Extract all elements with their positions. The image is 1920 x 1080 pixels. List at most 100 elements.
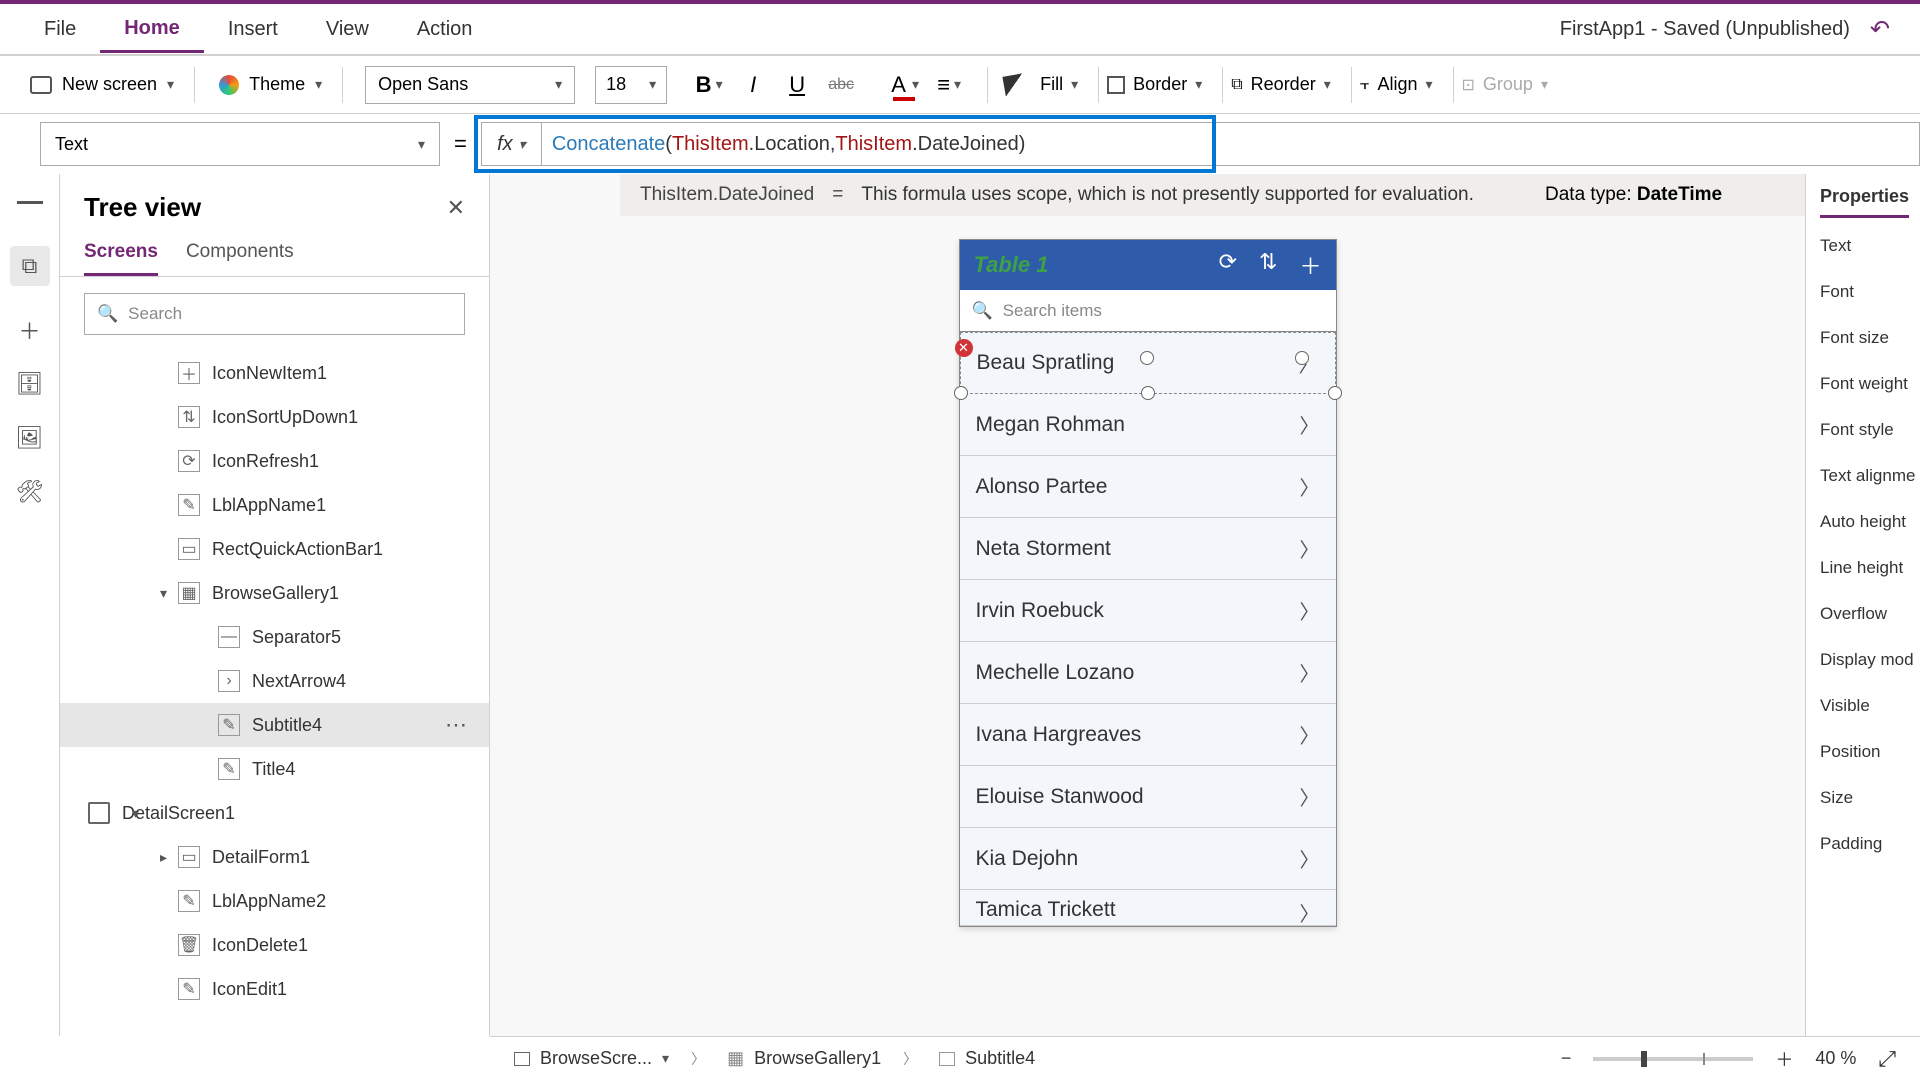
fit-screen-icon[interactable]: ⤢ bbox=[1878, 1046, 1896, 1072]
align-icon: ⫟ bbox=[1360, 76, 1370, 94]
group-button[interactable]: Group bbox=[1483, 74, 1533, 95]
tree-item-browsegallery1[interactable]: ▾▦BrowseGallery1 bbox=[60, 571, 489, 615]
underline-button[interactable]: U bbox=[779, 67, 815, 103]
menu-view[interactable]: View bbox=[302, 18, 393, 41]
list-item[interactable]: Mechelle Lozano〉 bbox=[960, 642, 1336, 704]
tree-item-iconsortupdown1[interactable]: ⇅IconSortUpDown1 bbox=[60, 395, 489, 439]
property-row[interactable]: Visible bbox=[1820, 696, 1910, 716]
property-row[interactable]: Auto height bbox=[1820, 512, 1910, 532]
border-button[interactable]: Border bbox=[1133, 74, 1187, 95]
chevron-right-icon: 〉 bbox=[691, 1049, 705, 1069]
chevron-right-icon: 〉 bbox=[1300, 898, 1320, 926]
property-row[interactable]: Size bbox=[1820, 788, 1910, 808]
property-row[interactable]: Font weight bbox=[1820, 374, 1910, 394]
list-item[interactable]: Elouise Stanwood〉 bbox=[960, 766, 1336, 828]
property-row[interactable]: Padding bbox=[1820, 834, 1910, 854]
property-row[interactable]: Font bbox=[1820, 282, 1910, 302]
property-row[interactable]: Text alignme bbox=[1820, 466, 1910, 486]
tree-item-nextarrow4[interactable]: ›NextArrow4 bbox=[60, 659, 489, 703]
list-item[interactable]: Megan Rohman〉 bbox=[960, 394, 1336, 456]
font-family-select[interactable]: Open Sans ▾ bbox=[365, 66, 575, 104]
tab-properties[interactable]: Properties bbox=[1820, 186, 1909, 218]
plus-icon: ＋ bbox=[178, 362, 200, 384]
new-screen-button[interactable]: New screen ▾ bbox=[30, 74, 174, 95]
chevron-down-icon: ▾ bbox=[555, 76, 562, 93]
zoom-out-button[interactable]: − bbox=[1561, 1048, 1572, 1069]
theme-button[interactable]: Theme ▾ bbox=[203, 74, 322, 95]
equals-label: = bbox=[454, 131, 467, 157]
zoom-in-button[interactable]: ＋ bbox=[1775, 1046, 1793, 1072]
list-item[interactable]: Irvin Roebuck〉 bbox=[960, 580, 1336, 642]
property-row[interactable]: Display mod bbox=[1820, 650, 1910, 670]
tab-screens[interactable]: Screens bbox=[84, 241, 158, 276]
breadcrumb-gallery[interactable]: ▦BrowseGallery1 bbox=[727, 1048, 881, 1069]
undo-icon[interactable]: ↶ bbox=[1870, 15, 1890, 44]
chevron-right-icon: 〉 bbox=[903, 1049, 917, 1069]
text-icon: ✎ bbox=[178, 494, 200, 516]
tree-item-icondelete1[interactable]: 🗑IconDelete1 bbox=[60, 923, 489, 967]
tree-search-input[interactable]: 🔍 Search bbox=[84, 293, 465, 335]
media-icon[interactable]: 🖼 bbox=[17, 428, 43, 448]
tab-components[interactable]: Components bbox=[186, 241, 294, 276]
more-icon[interactable]: ⋯ bbox=[445, 712, 469, 738]
tree-item-subtitle4[interactable]: ✎Subtitle4⋯ bbox=[60, 703, 489, 747]
tree-item-iconnewitem1[interactable]: ＋IconNewItem1 bbox=[60, 351, 489, 395]
formula-bar[interactable]: Concatenate(ThisItem.Location, ThisItem.… bbox=[541, 122, 1920, 166]
list-item[interactable]: ✕Beau Spratling〉 bbox=[960, 332, 1336, 394]
italic-button[interactable]: I bbox=[735, 67, 771, 103]
reorder-button[interactable]: Reorder bbox=[1251, 74, 1316, 95]
fill-icon bbox=[1003, 73, 1026, 96]
list-item[interactable]: Kia Dejohn〉 bbox=[960, 828, 1336, 890]
insert-icon[interactable]: ＋ bbox=[17, 320, 43, 340]
tree-item-lblappname1[interactable]: ✎LblAppName1 bbox=[60, 483, 489, 527]
breadcrumb-subtitle[interactable]: Subtitle4 bbox=[939, 1048, 1035, 1069]
tree-item-separator5[interactable]: ―Separator5 bbox=[60, 615, 489, 659]
tree-view-icon[interactable]: ⧉ bbox=[10, 246, 50, 286]
property-row[interactable]: Line height bbox=[1820, 558, 1910, 578]
tree-item-detailform1[interactable]: ▸▭DetailForm1 bbox=[60, 835, 489, 879]
property-row[interactable]: Position bbox=[1820, 742, 1910, 762]
menu-home[interactable]: Home bbox=[100, 17, 204, 53]
hamburger-icon[interactable] bbox=[17, 192, 43, 212]
fx-button[interactable]: fx▾ bbox=[481, 122, 541, 166]
tree-item-title4[interactable]: ✎Title4 bbox=[60, 747, 489, 791]
add-icon[interactable]: ＋ bbox=[1299, 249, 1321, 281]
menu-insert[interactable]: Insert bbox=[204, 18, 302, 41]
data-icon[interactable]: 🗄 bbox=[17, 374, 43, 394]
formula-scope-message: ThisItem.DateJoined = This formula uses … bbox=[620, 174, 1540, 216]
menu-file[interactable]: File bbox=[20, 18, 100, 41]
datatype-label: Data type: DateTime bbox=[1535, 174, 1805, 216]
edit-icon: ✎ bbox=[178, 978, 200, 1000]
phone-search-input[interactable]: 🔍 Search items bbox=[960, 290, 1336, 332]
tree-item-iconrefresh1[interactable]: ⟳IconRefresh1 bbox=[60, 439, 489, 483]
list-item[interactable]: Ivana Hargreaves〉 bbox=[960, 704, 1336, 766]
menu-action[interactable]: Action bbox=[393, 18, 497, 41]
property-row[interactable]: Font size bbox=[1820, 328, 1910, 348]
sort-icon[interactable]: ⇅ bbox=[1259, 249, 1277, 281]
property-row[interactable]: Overflow bbox=[1820, 604, 1910, 624]
align-button[interactable]: ≡▾ bbox=[931, 67, 967, 103]
tree-item-rectquickactionbar1[interactable]: ▭RectQuickActionBar1 bbox=[60, 527, 489, 571]
property-row[interactable]: Text bbox=[1820, 236, 1910, 256]
tools-icon[interactable]: 🛠 bbox=[17, 482, 43, 502]
font-size-select[interactable]: 18 ▾ bbox=[595, 66, 667, 104]
refresh-icon[interactable]: ⟳ bbox=[1219, 249, 1237, 281]
property-select[interactable]: Text ▾ bbox=[40, 122, 440, 166]
tree-item-iconedit1[interactable]: ✎IconEdit1 bbox=[60, 967, 489, 1011]
tree-item-detailscreen1[interactable]: ▾DetailScreen1 bbox=[60, 791, 489, 835]
text-icon: ✎ bbox=[178, 890, 200, 912]
breadcrumb-screen[interactable]: BrowseScre...▾ bbox=[514, 1048, 669, 1069]
list-item[interactable]: Alonso Partee〉 bbox=[960, 456, 1336, 518]
list-item[interactable]: Tamica Trickett〉 bbox=[960, 890, 1336, 926]
close-icon[interactable]: ✕ bbox=[447, 195, 465, 221]
tree-item-lblappname2[interactable]: ✎LblAppName2 bbox=[60, 879, 489, 923]
list-item[interactable]: Neta Storment〉 bbox=[960, 518, 1336, 580]
align-menu-button[interactable]: Align bbox=[1377, 74, 1417, 95]
zoom-slider[interactable] bbox=[1593, 1057, 1753, 1061]
font-color-button[interactable]: A▾ bbox=[887, 67, 923, 103]
bold-button[interactable]: B▾ bbox=[691, 67, 727, 103]
strikethrough-button[interactable]: abc bbox=[823, 67, 859, 103]
fill-button[interactable] bbox=[996, 67, 1032, 103]
property-row[interactable]: Font style bbox=[1820, 420, 1910, 440]
app-title-label: Table 1 bbox=[974, 252, 1049, 278]
